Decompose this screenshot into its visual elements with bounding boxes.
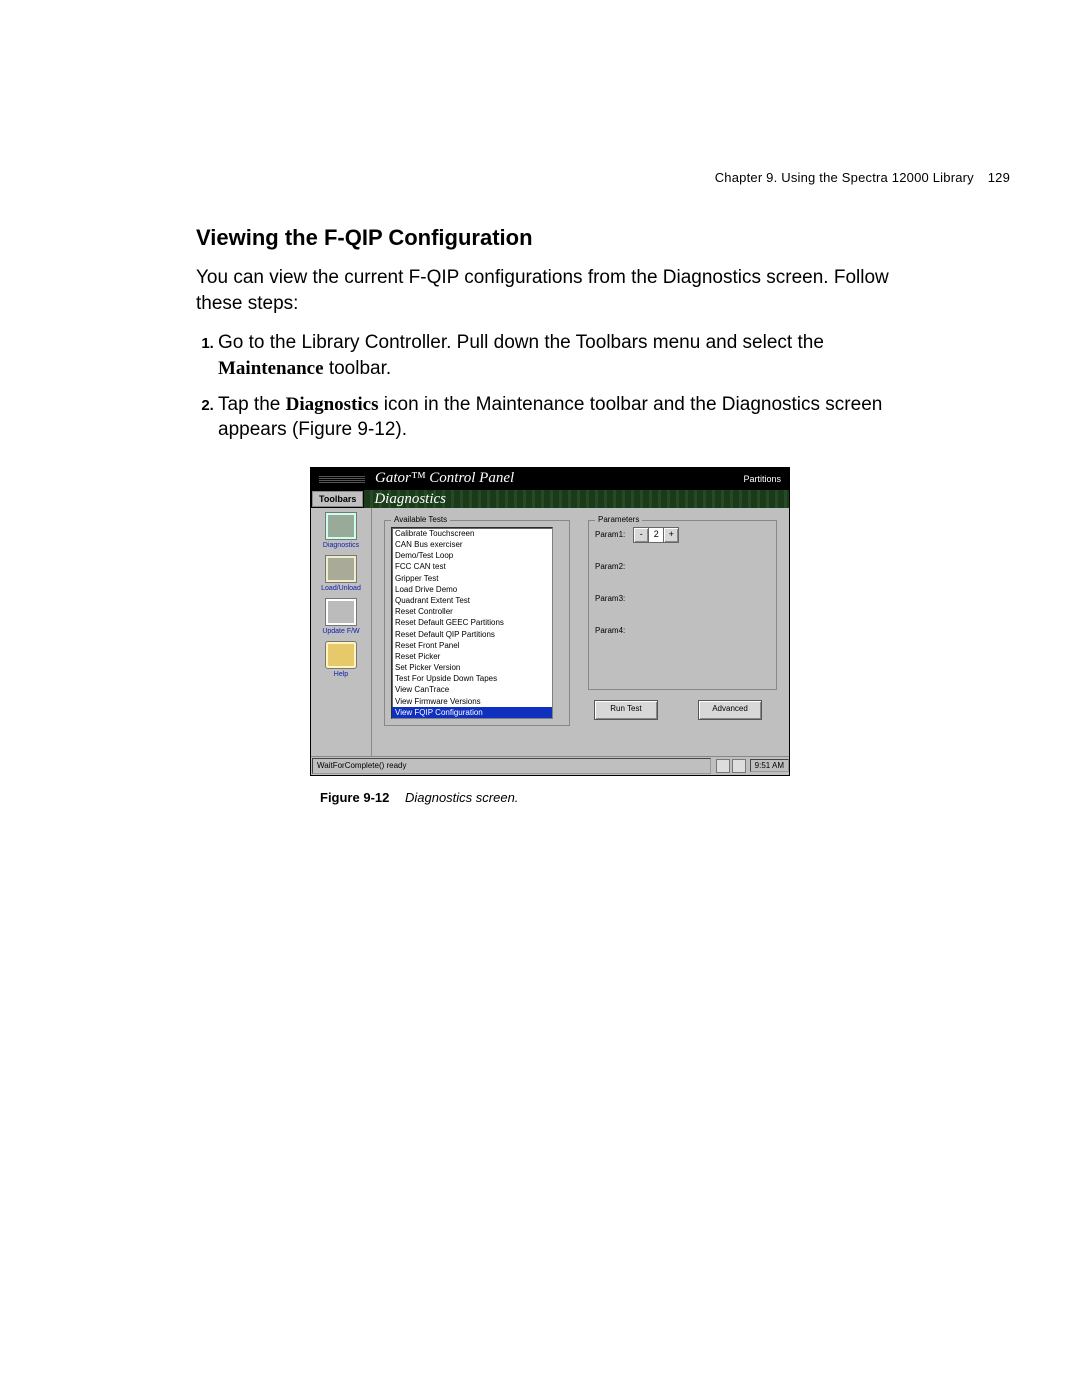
param1-label: Param1: (595, 530, 625, 539)
param4-row: Param4: (595, 623, 770, 639)
test-option[interactable]: Calibrate Touchscreen (392, 528, 552, 539)
step-list: Go to the Library Controller. Pull down … (196, 330, 920, 443)
load-unload-icon (325, 555, 357, 583)
test-option[interactable]: Reset Default QIP Partitions (392, 629, 552, 640)
step-2: Tap the Diagnostics icon in the Maintena… (218, 392, 920, 443)
parameters-group: Parameters Param1: - 2 + (588, 520, 777, 690)
figure-text: Diagnostics screen. (405, 790, 518, 805)
test-option[interactable]: FCC CAN test (392, 561, 552, 572)
step-2-kw: Diagnostics (286, 394, 379, 415)
status-bar: WaitForComplete() ready 9:51 AM (311, 756, 789, 775)
test-option[interactable]: Quadrant Extent Test (392, 595, 552, 606)
tray-icon[interactable] (732, 759, 746, 773)
run-test-button[interactable]: Run Test (594, 700, 658, 720)
test-option[interactable]: View FQIP Configuration (392, 707, 552, 718)
chapter-label: Chapter 9. Using the Spectra 12000 Libra… (715, 170, 974, 185)
maintenance-sidebar: Diagnostics Load/Unload Update F/W Help (311, 508, 372, 756)
sidebar-item-update-fw[interactable]: Update F/W (313, 598, 369, 635)
sidebar-item-label: Update F/W (322, 628, 359, 635)
diagnostics-screenshot: Gator™ Control Panel Partitions Toolbars… (310, 467, 790, 776)
available-tests-legend: Available Tests (391, 515, 450, 524)
system-tray (712, 759, 750, 773)
param3-row: Param3: (595, 591, 770, 607)
toolbars-menu[interactable]: Toolbars (312, 491, 363, 507)
sidebar-item-label: Load/Unload (321, 585, 361, 592)
param2-label: Param2: (595, 562, 625, 571)
test-option[interactable]: CAN Bus exerciser (392, 539, 552, 550)
sidebar-item-label: Diagnostics (323, 542, 359, 549)
parameters-legend: Parameters (595, 515, 642, 524)
test-option[interactable]: Reset Controller (392, 606, 552, 617)
test-option[interactable]: Load Drive Demo (392, 584, 552, 595)
available-tests-group: Available Tests Calibrate TouchscreenCAN… (384, 520, 570, 726)
window-title: Gator™ Control Panel (375, 470, 514, 487)
figure-caption: Figure 9-12 Diagnostics screen. (320, 790, 1010, 805)
document-page: Chapter 9. Using the Spectra 12000 Libra… (0, 0, 1080, 1397)
param2-row: Param2: (595, 559, 770, 575)
status-message: WaitForComplete() ready (312, 758, 711, 774)
param3-label: Param3: (595, 594, 625, 603)
step-1-post: toolbar. (324, 358, 392, 379)
diagnostics-content: Available Tests Calibrate TouchscreenCAN… (372, 508, 789, 756)
figure-number: Figure 9-12 (320, 790, 389, 805)
available-tests-list[interactable]: Calibrate TouchscreenCAN Bus exerciserDe… (391, 527, 553, 719)
step-1-pre: Go to the Library Controller. Pull down … (218, 332, 824, 353)
test-option[interactable]: Test For Upside Down Tapes (392, 673, 552, 684)
titlebar-decoration (319, 475, 365, 483)
help-icon (325, 641, 357, 669)
param1-spinner[interactable]: - 2 + (633, 527, 679, 543)
test-option[interactable]: Reset Front Panel (392, 640, 552, 651)
spinner-minus[interactable]: - (633, 527, 649, 543)
update-fw-icon (325, 598, 357, 626)
param1-row: Param1: - 2 + (595, 527, 770, 543)
test-option[interactable]: Set Picker Version (392, 662, 552, 673)
test-option[interactable]: View Firmware Versions (392, 696, 552, 707)
sidebar-item-help[interactable]: Help (313, 641, 369, 678)
param4-label: Param4: (595, 626, 625, 635)
advanced-button[interactable]: Advanced (698, 700, 762, 720)
tray-icon[interactable] (716, 759, 730, 773)
menubar: Toolbars Diagnostics (311, 490, 789, 508)
intro-paragraph: You can view the current F-QIP configura… (196, 265, 920, 316)
test-option[interactable]: Reset Default GEEC Partitions (392, 617, 552, 628)
page-number: 129 (988, 170, 1010, 185)
diagnostics-icon (325, 512, 357, 540)
sidebar-item-diagnostics[interactable]: Diagnostics (313, 512, 369, 549)
spinner-plus[interactable]: + (663, 527, 679, 543)
sidebar-item-load-unload[interactable]: Load/Unload (313, 555, 369, 592)
window-titlebar: Gator™ Control Panel Partitions (311, 468, 789, 490)
partitions-button[interactable]: Partitions (743, 474, 781, 484)
test-option[interactable]: View CanTrace (392, 684, 552, 695)
test-option[interactable]: Reset Picker (392, 651, 552, 662)
figure-wrap: Gator™ Control Panel Partitions Toolbars… (310, 467, 790, 776)
step-2-pre: Tap the (218, 394, 286, 415)
spinner-value: 2 (649, 527, 663, 543)
sidebar-item-label: Help (334, 671, 348, 678)
test-option[interactable]: Demo/Test Loop (392, 550, 552, 561)
step-1-kw: Maintenance (218, 358, 324, 379)
running-header: Chapter 9. Using the Spectra 12000 Libra… (170, 170, 1010, 185)
screen-label: Diagnostics (364, 490, 789, 508)
clock: 9:51 AM (750, 759, 789, 772)
section-title: Viewing the F-QIP Configuration (196, 225, 1010, 251)
test-option[interactable]: Gripper Test (392, 573, 552, 584)
step-1: Go to the Library Controller. Pull down … (218, 330, 920, 381)
